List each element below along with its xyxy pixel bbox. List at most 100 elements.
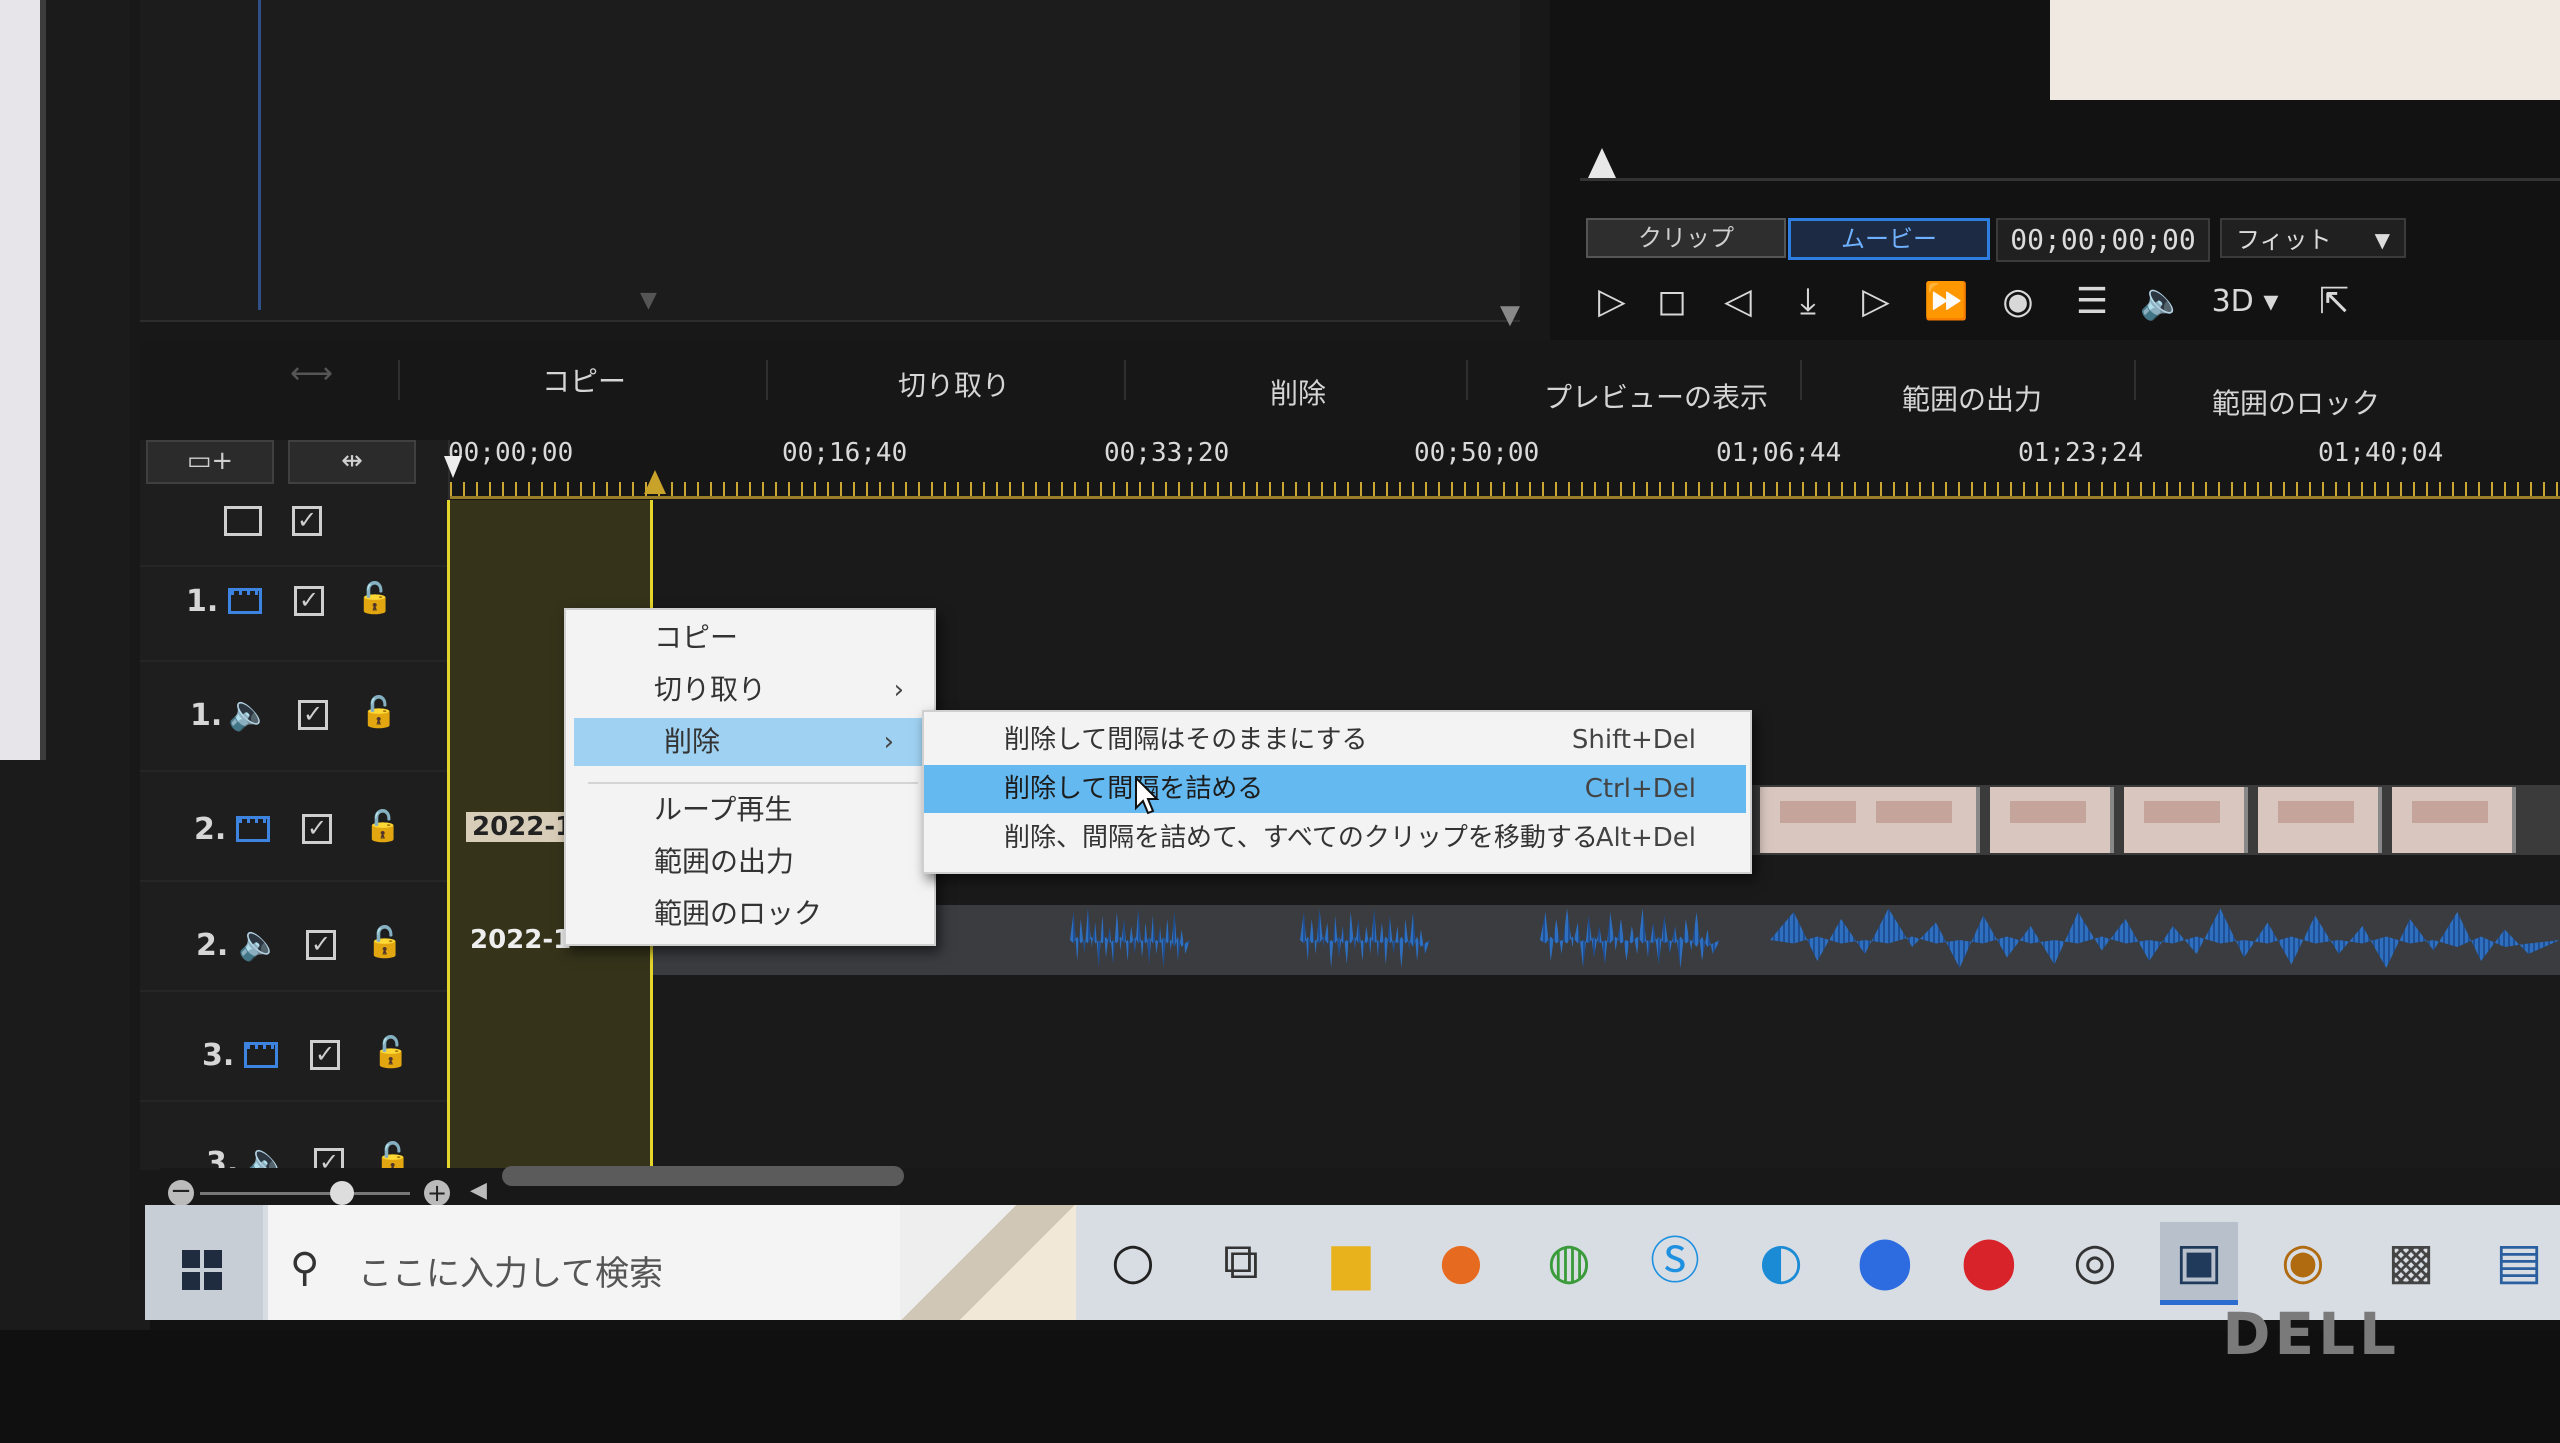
clip-thumbnail (1990, 787, 2114, 853)
library-selection-line (258, 0, 261, 310)
video-track-icon (228, 588, 262, 614)
powerdirector-icon[interactable]: ▣ (2160, 1222, 2238, 1305)
volume-icon[interactable]: 🔈 (2136, 276, 2188, 328)
video-clip-label: 2022-1 (466, 812, 580, 842)
undock-icon[interactable]: ⇱ (2308, 276, 2360, 328)
preview-slider-track[interactable] (1580, 178, 2560, 181)
stop-icon[interactable]: ◻ (1646, 276, 1698, 328)
zoom-icon[interactable]: ⬤ (1846, 1222, 1924, 1300)
next-frame-icon[interactable]: ▷ (1850, 276, 1902, 328)
zoom-slider-thumb[interactable] (330, 1181, 354, 1205)
submenu-item-label: 削除、間隔を詰めて、すべてのクリップを移動する (1004, 823, 1598, 853)
obs-icon[interactable]: ◎ (2056, 1222, 2134, 1300)
chevron-down-icon: ▼ (2374, 228, 2390, 252)
scroll-left-icon[interactable]: ◀ (470, 1178, 487, 1203)
submenu-item-delete-keep-gap[interactable]: 削除して間隔はそのままにする Shift+Del (924, 716, 1746, 764)
menu-item-loop-play[interactable]: ループ再生 (564, 786, 932, 834)
zoom-in-icon[interactable]: + (424, 1180, 450, 1206)
lock-icon[interactable]: 🔓 (366, 928, 403, 958)
task-view-icon[interactable]: ⧉ (1202, 1222, 1280, 1300)
ruler-label: 01;40;04 (2318, 438, 2444, 468)
preview-slider-thumb[interactable] (1588, 148, 1616, 178)
scroll-down-icon[interactable]: ▼ (1500, 300, 1520, 330)
menu-item-copy[interactable]: コピー (564, 614, 932, 662)
edge-icon[interactable]: ◐ (1742, 1222, 1820, 1300)
scroll-down-icon[interactable]: ▼ (640, 288, 657, 313)
track-enable-checkbox[interactable]: ✓ (310, 1040, 340, 1070)
ruler-label: 01;23;24 (2018, 438, 2144, 468)
ruler-label: 00;16;40 (782, 438, 908, 468)
track-number: 2. (196, 928, 229, 963)
menu-item-lock-range[interactable]: 範囲のロック (564, 890, 932, 938)
track-number: 1. (190, 698, 223, 733)
track-manager-icon[interactable]: ▭+ (146, 440, 274, 484)
playhead-marker[interactable] (444, 456, 462, 478)
track-enable-checkbox[interactable]: ✓ (294, 586, 324, 616)
lock-icon[interactable]: 🔓 (364, 812, 401, 842)
zoom-slider-track[interactable] (200, 1192, 410, 1195)
windows-logo-icon (182, 1250, 222, 1290)
photo-icon[interactable]: ▤ (2480, 1222, 2558, 1300)
toolbar-show-preview-button[interactable]: プレビューの表示 (1544, 376, 1768, 416)
tab-clip-mode[interactable]: クリップ (1586, 218, 1786, 258)
prev-frame-icon[interactable]: ◁ (1712, 276, 1764, 328)
play-icon[interactable]: ▷ (1586, 276, 1638, 328)
toolbar-export-range-button[interactable]: 範囲の出力 (1902, 378, 2042, 418)
clip-thumbnail (2258, 787, 2382, 853)
zoom-out-icon[interactable]: − (168, 1178, 194, 1206)
toolbar-lock-range-button[interactable]: 範囲のロック (2212, 382, 2380, 422)
subtitle-icon[interactable]: ☰ (2066, 276, 2118, 328)
snapshot-icon[interactable]: ◉ (1992, 276, 2044, 328)
horizontal-scrollbar[interactable] (502, 1166, 904, 1186)
menu-item-delete[interactable]: 削除 › (574, 718, 922, 766)
chrome-icon[interactable]: ◍ (1530, 1222, 1608, 1300)
toolbar-cut-button[interactable]: 切り取り (898, 364, 1010, 404)
show-all-tracks-icon[interactable] (224, 506, 262, 536)
track-enable-checkbox[interactable]: ✓ (298, 700, 328, 730)
menu-item-label: 削除 (664, 725, 721, 758)
tab-movie-mode[interactable]: ムービー (1788, 218, 1990, 260)
ruler-label: 00;00;00 (448, 438, 574, 468)
toolbar-copy-button[interactable]: コピー (542, 360, 626, 400)
track-enable-checkbox[interactable]: ✓ (306, 930, 336, 960)
toolbar-divider (398, 360, 400, 400)
split-icon[interactable]: ⟷ (290, 356, 333, 391)
ruler-label: 01;06;44 (1716, 438, 1842, 468)
record-icon[interactable]: ⬤ (1950, 1222, 2028, 1300)
search-placeholder: ここに入力して検索 (358, 1254, 663, 1294)
app-icon[interactable]: ◉ (2264, 1222, 2342, 1300)
menu-item-label: ループ再生 (654, 793, 793, 826)
audio-clip-label: 2022-1 (470, 925, 572, 955)
enable-all-checkbox[interactable]: ✓ (292, 506, 322, 536)
firefox-icon[interactable]: ● (1422, 1222, 1500, 1300)
lock-icon[interactable]: 🔓 (372, 1038, 409, 1068)
shortcut-label: Shift+Del (1571, 725, 1696, 755)
timecode-display[interactable]: 00;00;00;00 (1996, 218, 2210, 262)
mouse-cursor-icon (1135, 776, 1160, 815)
menu-item-export-range[interactable]: 範囲の出力 (564, 838, 932, 886)
submenu-item-delete-close-gap[interactable]: 削除して間隔を詰める Ctrl+Del (924, 765, 1746, 813)
clip-thumbnail (1856, 787, 1980, 853)
monitor-bezel-bottom (0, 1330, 2560, 1443)
background-window-strip (0, 0, 46, 760)
cortana-icon[interactable]: ○ (1094, 1222, 1172, 1300)
video-track-icon (244, 1042, 278, 1068)
chevron-right-icon: › (893, 675, 904, 705)
track-enable-checkbox[interactable]: ✓ (302, 814, 332, 844)
audio-track-icon: 🔈 (228, 693, 271, 733)
skype-icon[interactable]: Ⓢ (1636, 1222, 1714, 1300)
track-number: 3. (202, 1038, 235, 1073)
submenu-item-delete-ripple-all[interactable]: 削除、間隔を詰めて、すべてのクリップを移動する Alt+Del (924, 814, 1746, 862)
zoom-fit-dropdown[interactable]: フィット ▼ (2220, 218, 2406, 258)
app-icon[interactable]: ▩ (2372, 1222, 2450, 1300)
fast-forward-icon[interactable]: ⏩ (1920, 276, 1972, 328)
mark-in-icon[interactable]: ⤓ (1782, 276, 1834, 328)
fit-timeline-icon[interactable]: ⇹ (288, 440, 416, 484)
lock-icon[interactable]: 🔓 (356, 584, 393, 614)
toolbar-delete-button[interactable]: 削除 (1270, 372, 1326, 412)
menu-item-cut[interactable]: 切り取り › (564, 666, 932, 714)
ruler-label: 00;50;00 (1414, 438, 1540, 468)
lock-icon[interactable]: 🔓 (360, 698, 397, 728)
3d-button[interactable]: 3D ▾ (2204, 276, 2286, 328)
file-explorer-icon[interactable]: ▆ (1312, 1222, 1390, 1300)
